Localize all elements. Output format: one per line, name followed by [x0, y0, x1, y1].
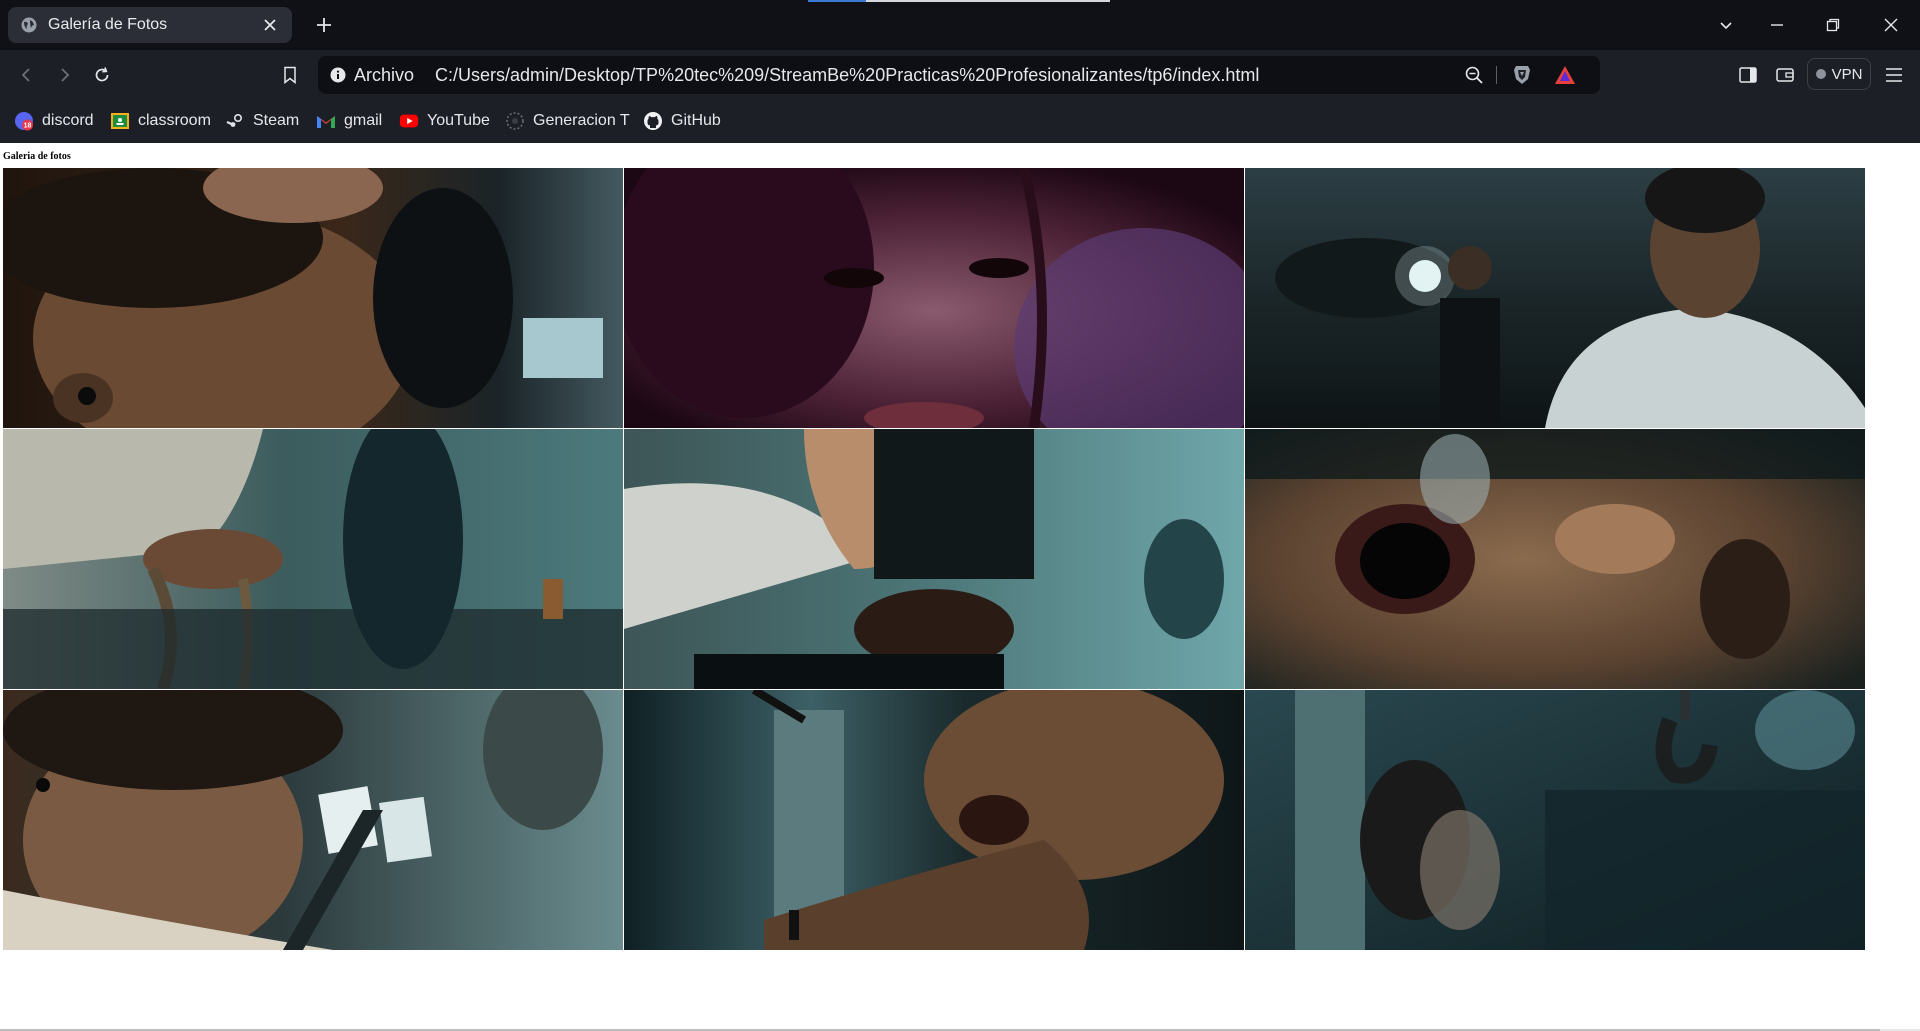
close-tab-icon[interactable] [260, 15, 280, 35]
bookmark-label: classroom [138, 112, 211, 129]
bookmark-generacion-t[interactable]: Generacion T [505, 110, 630, 132]
address-scheme-label: Archivo [354, 65, 415, 85]
restore-icon[interactable] [1821, 13, 1845, 37]
man-with-flashlight-night-photo[interactable] [1245, 168, 1865, 428]
page-heading: Galeria de fotos [3, 151, 71, 162]
tied-hands-rope-photo[interactable] [3, 429, 623, 689]
vpn-button[interactable]: VPN [1807, 58, 1871, 90]
bookmark-youtube[interactable]: YouTube [399, 110, 490, 132]
vpn-label: VPN [1831, 65, 1863, 83]
minimize-icon[interactable] [1765, 13, 1789, 37]
forward-icon[interactable] [52, 63, 76, 87]
discord-icon: 18 [14, 111, 34, 131]
bookmark-steam[interactable]: Steam [225, 110, 299, 132]
reload-icon[interactable] [90, 63, 114, 87]
bookmarks-bar: 18 discord classroom Steam gmail YouTube… [0, 100, 1920, 143]
new-tab-plus-icon[interactable] [312, 13, 336, 37]
address-url-text[interactable]: C:/Users/admin/Desktop/TP%20tec%209/Stre… [435, 65, 1259, 86]
browser-toolbar: Archivo C:/Users/admin/Desktop/TP%20tec%… [0, 50, 1920, 100]
github-icon [643, 111, 663, 131]
tab-strip: Galería de Fotos [0, 0, 1920, 50]
address-separator [1496, 66, 1497, 84]
woman-closeup-purple-photo[interactable] [624, 168, 1244, 428]
bookmark-label: GitHub [671, 112, 721, 129]
sidebar-toggle-icon[interactable] [1736, 63, 1760, 87]
address-bar[interactable]: Archivo C:/Users/admin/Desktop/TP%20tec%… [318, 56, 1600, 94]
bookmark-gmail[interactable]: gmail [316, 110, 382, 132]
bookmark-label: discord [42, 112, 94, 129]
head-pushed-into-bucket-photo[interactable] [624, 429, 1244, 689]
bookmark-discord[interactable]: 18 discord [14, 110, 94, 132]
bookmark-label: YouTube [427, 112, 490, 129]
crane-hook-scene-photo[interactable] [1245, 690, 1865, 950]
man-looking-down-photo[interactable] [3, 690, 623, 950]
brave-rewards-icon[interactable] [1554, 65, 1576, 85]
face-underwater-photo[interactable] [1245, 429, 1865, 689]
generacion-t-icon [505, 111, 525, 131]
hand-on-jaw-photo[interactable] [624, 690, 1244, 950]
vpn-status-icon [1815, 69, 1826, 79]
wallet-icon[interactable] [1773, 63, 1797, 87]
loading-progress-bar [808, 0, 1110, 2]
steam-icon [225, 111, 245, 131]
bookmark-label: gmail [344, 112, 383, 129]
youtube-icon [399, 111, 419, 131]
bookmark-github[interactable]: GitHub [643, 110, 721, 132]
globe-icon [20, 16, 38, 34]
browser-tab-active[interactable]: Galería de Fotos [8, 7, 292, 43]
photo-gallery-grid [3, 168, 1866, 950]
classroom-icon [110, 111, 130, 131]
man-held-by-head-photo[interactable] [3, 168, 623, 428]
bookmark-classroom[interactable]: classroom [110, 110, 211, 132]
site-info-icon[interactable] [330, 67, 346, 83]
close-window-icon[interactable] [1879, 13, 1903, 37]
zoom-icon[interactable] [1464, 65, 1484, 85]
bookmark-label: Generacion T [533, 112, 630, 129]
main-menu-hamburger-icon[interactable] [1882, 63, 1906, 87]
tab-title: Galería de Fotos [48, 16, 168, 33]
tab-search-chevron-down-icon[interactable] [1714, 13, 1738, 37]
discord-badge: 18 [24, 123, 32, 130]
bookmark-label: Steam [253, 112, 300, 129]
brave-shield-icon[interactable] [1512, 64, 1532, 86]
back-icon[interactable] [15, 63, 39, 87]
gmail-icon [316, 111, 336, 131]
bookmark-icon[interactable] [278, 63, 302, 87]
